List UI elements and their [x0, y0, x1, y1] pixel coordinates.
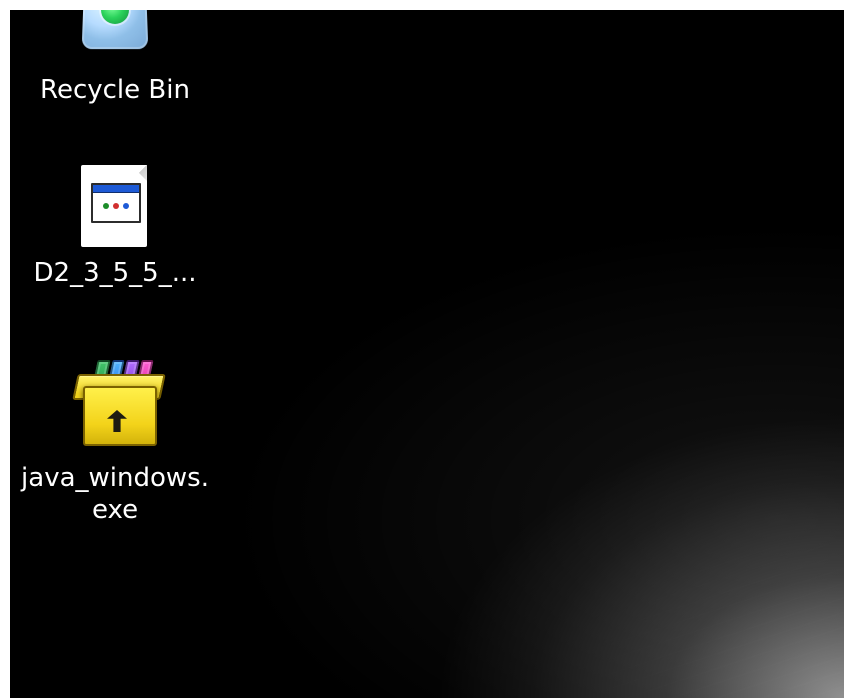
desktop-icon-label: java_windows. exe [21, 463, 209, 525]
recycle-bin-glyph [81, 10, 149, 50]
document-window-titlebar [93, 185, 139, 193]
blue-dot [123, 203, 129, 209]
green-dot [103, 203, 109, 209]
document-window-preview [91, 183, 141, 223]
desktop-icon-d2-file[interactable]: D2_3_5_5_... [10, 155, 220, 289]
desktop-icon-java-installer[interactable]: java_windows. exe [10, 360, 220, 526]
document-window-content [99, 197, 133, 215]
desktop-icon-label: D2_3_5_5_... [33, 258, 197, 288]
desktop-icon-label: Recycle Bin [40, 75, 190, 105]
desktop-icon-recycle-bin[interactable]: Recycle Bin [10, 10, 220, 106]
red-dot [113, 203, 119, 209]
document-page [81, 165, 147, 247]
recycle-bin-icon [65, 10, 165, 72]
web-document-icon [65, 155, 165, 255]
installer-box-icon [65, 360, 166, 460]
desktop: Recycle Bin D2_3_5_5_... java_windows. e… [10, 10, 844, 698]
